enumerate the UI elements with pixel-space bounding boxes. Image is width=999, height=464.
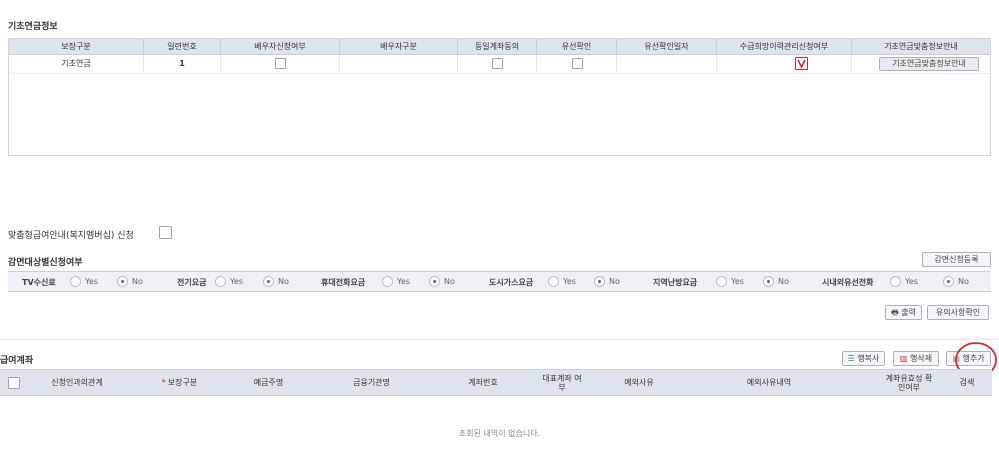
custom-benefit-checkbox[interactable] (159, 226, 172, 239)
print-button-label: 출력 (901, 308, 916, 317)
col-info-guide: 기초연금맞춤정보안내 (884, 42, 958, 51)
account-header: 신청인과의관계 * 보장구분 예금주명 금융기관명 계좌번호 대표계좌 여부 예… (0, 369, 992, 396)
tv-fee-no-radio[interactable] (117, 276, 128, 287)
col-validity: 계좌유효성 확인여부 (885, 373, 933, 392)
tv-fee-label: TV수신료 (22, 278, 56, 287)
electric-fee-yes-radio[interactable] (215, 276, 226, 287)
reduction-register-button[interactable]: 감면신청등록 (922, 252, 991, 267)
copy-row-button[interactable]: ☰ 행복사 (842, 351, 885, 366)
col-coverage: * 보장구분 (132, 370, 227, 395)
delete-row-label: 행삭제 (910, 354, 933, 363)
heating-fee-yes-label: Yes (731, 277, 744, 286)
cell-coverage-type: 기초연금 (9, 55, 144, 72)
electric-fee-no-label: No (278, 277, 289, 286)
mobile-fee-yes-radio[interactable] (382, 276, 393, 287)
gas-fee-no-label: No (609, 277, 620, 286)
mobile-fee-yes-label: Yes (397, 277, 410, 286)
cell-spouse-apply (221, 55, 340, 72)
phone-confirm-checkbox[interactable] (572, 58, 583, 69)
gas-fee-label: 도시가스요금 (489, 278, 534, 287)
cell-info-guide: 기초연금맞춤정보안내 (852, 55, 990, 72)
row-divider (9, 73, 990, 74)
basic-pension-info-button[interactable]: 기초연금맞춤정보안내 (879, 57, 979, 71)
account-title: 급여계좌 (0, 356, 34, 366)
col-phone-confirm: 유선확인 (537, 39, 617, 54)
gas-fee-yes-radio[interactable] (548, 276, 559, 287)
cell-history-mgmt (717, 55, 852, 72)
col-holder: 예금주명 (253, 378, 284, 387)
basic-pension-grid: 보장구분 일련번호 배우자신청여부 배우자구분 동일계좌동의 유선확인 유선확인… (8, 38, 991, 156)
select-all-checkbox[interactable] (8, 377, 20, 389)
reduction-row: TV수신료 Yes No 전기요금 Yes No 휴대전화요금 Yes No 도… (8, 271, 991, 292)
cell-phone-date (617, 55, 717, 72)
basic-pension-header: 보장구분 일련번호 배우자신청여부 배우자구분 동일계좌동의 유선확인 유선확인… (9, 39, 990, 55)
col-phone-date: 유선확인일자 (617, 39, 717, 54)
reduction-title: 감면대상별신청여부 (8, 258, 83, 268)
col-same-account: 동일계좌동의 (458, 39, 537, 54)
col-serial: 일련번호 (144, 39, 221, 54)
tv-fee-yes-label: Yes (85, 277, 98, 286)
col-exception: 예외사유 (624, 378, 654, 387)
printer-icon: 🖶 (891, 308, 899, 317)
landline-fee-yes-label: Yes (905, 277, 918, 286)
gas-fee-no-radio[interactable] (594, 276, 605, 287)
checkmark-icon (797, 59, 806, 69)
heating-fee-yes-radio[interactable] (716, 276, 727, 287)
heating-fee-label: 지역난방요금 (653, 278, 698, 287)
empty-message: 조회된 내역이 없습니다. (458, 429, 541, 438)
col-relation: 신청인과의관계 (51, 378, 103, 387)
heating-fee-no-label: No (778, 277, 789, 286)
required-marker: * (161, 378, 166, 387)
mobile-fee-label: 휴대전화요금 (321, 278, 366, 287)
cell-same-account (458, 55, 537, 72)
col-account-no: 계좌번호 (468, 378, 498, 387)
tv-fee-no-label: No (132, 277, 143, 286)
col-coverage-type: 보장구분 (9, 39, 144, 54)
print-button[interactable]: 🖶 출력 (885, 305, 922, 320)
heating-fee-no-radio[interactable] (763, 276, 774, 287)
col-history-mgmt: 수급희망이력관리신청여부 (717, 39, 852, 54)
cell-serial: 1 (144, 55, 221, 72)
mobile-fee-no-radio[interactable] (429, 276, 440, 287)
landline-fee-yes-radio[interactable] (890, 276, 901, 287)
electric-fee-yes-label: Yes (230, 277, 243, 286)
col-bank: 금융기관명 (353, 378, 390, 387)
cell-phone-confirm (537, 55, 617, 72)
col-primary: 대표계좌 여부 (542, 373, 582, 392)
landline-fee-label: 시내외유선전화 (822, 278, 874, 287)
tv-fee-yes-radio[interactable] (70, 276, 81, 287)
history-mgmt-checkbox[interactable] (795, 57, 808, 70)
same-account-checkbox[interactable] (492, 58, 503, 69)
copy-row-icon: ☰ (847, 354, 855, 363)
col-coverage-label: 보장구분 (167, 378, 198, 387)
delete-row-button[interactable]: ▥ 행삭제 (893, 351, 939, 366)
notice-check-button[interactable]: 유의사항확인 (927, 305, 989, 320)
electric-fee-no-radio[interactable] (263, 276, 274, 287)
col-spouse-apply: 배우자신청여부 (221, 39, 340, 54)
copy-row-label: 행복사 (857, 354, 880, 363)
landline-fee-no-label: No (958, 277, 969, 286)
landline-fee-no-radio[interactable] (943, 276, 954, 287)
basic-pension-title: 기초연금정보 (8, 22, 58, 32)
custom-benefit-label: 맞춤형급여안내(복지멤버십) 신청 (8, 231, 134, 241)
spouse-apply-checkbox[interactable] (275, 58, 286, 69)
section-divider (0, 339, 999, 340)
cell-spouse-type (340, 55, 458, 72)
mobile-fee-no-label: No (444, 277, 455, 286)
delete-row-icon: ▥ (899, 354, 908, 363)
col-search: 검색 (959, 378, 975, 387)
electric-fee-label: 전기요금 (177, 278, 207, 287)
col-exception-detail: 예외사유내역 (746, 378, 792, 387)
col-spouse-type: 배우자구분 (340, 39, 458, 54)
gas-fee-yes-label: Yes (563, 277, 576, 286)
